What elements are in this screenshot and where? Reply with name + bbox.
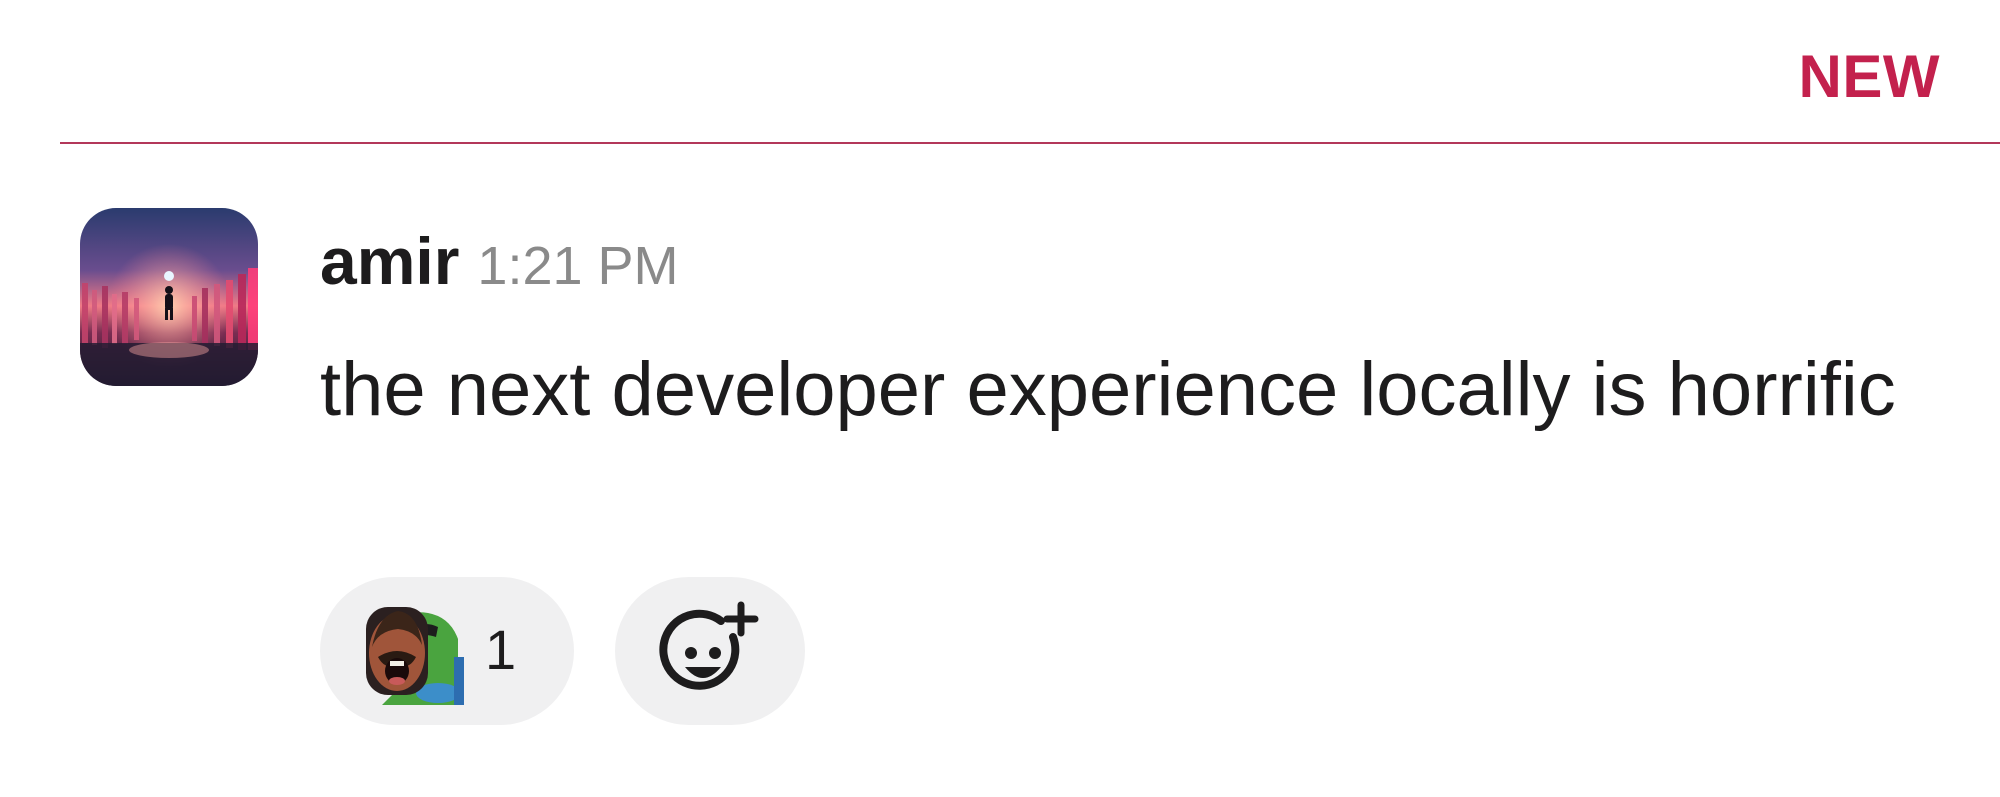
message-text: the next developer experience locally is…	[320, 347, 1896, 432]
add-emoji-icon	[659, 601, 759, 690]
divider-line	[60, 142, 2000, 144]
add-reaction-button[interactable]	[615, 577, 805, 725]
user-avatar-image	[80, 208, 258, 386]
avatar[interactable]	[80, 208, 258, 386]
reaction-pill[interactable]: 1	[320, 577, 574, 725]
custom-emoji-icon	[366, 607, 464, 705]
new-messages-divider: NEW	[60, 0, 2000, 145]
reaction-count: 1	[485, 618, 517, 681]
message: amir 1:21 PM the next developer experienc…	[80, 205, 1940, 745]
message-header: amir 1:21 PM	[320, 223, 679, 299]
username[interactable]: amir	[320, 224, 459, 298]
timestamp[interactable]: 1:21 PM	[477, 236, 678, 296]
new-label: NEW	[1798, 43, 1940, 110]
